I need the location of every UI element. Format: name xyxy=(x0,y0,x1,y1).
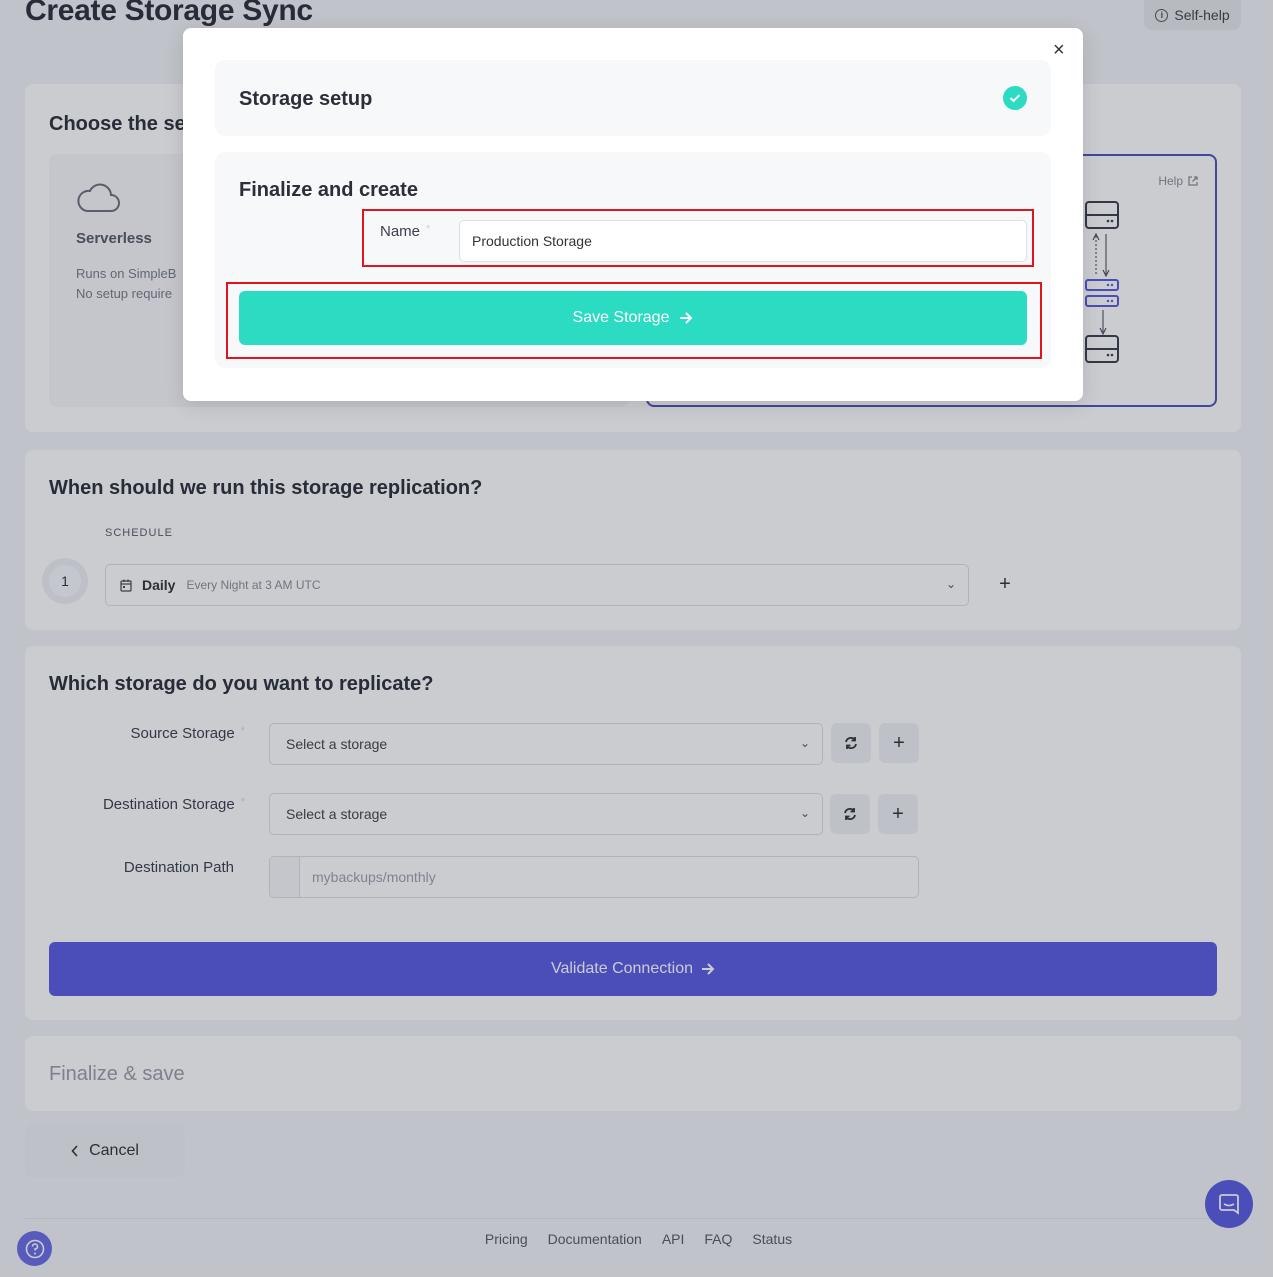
storage-setup-title: Storage setup xyxy=(239,88,373,110)
storage-setup-panel[interactable]: Storage setup xyxy=(215,60,1051,136)
highlight-save-button xyxy=(226,282,1042,359)
finalize-create-title: Finalize and create xyxy=(239,179,418,201)
highlight-name-field xyxy=(362,209,1034,267)
close-icon[interactable]: × xyxy=(1053,40,1065,60)
check-icon xyxy=(1003,86,1027,110)
